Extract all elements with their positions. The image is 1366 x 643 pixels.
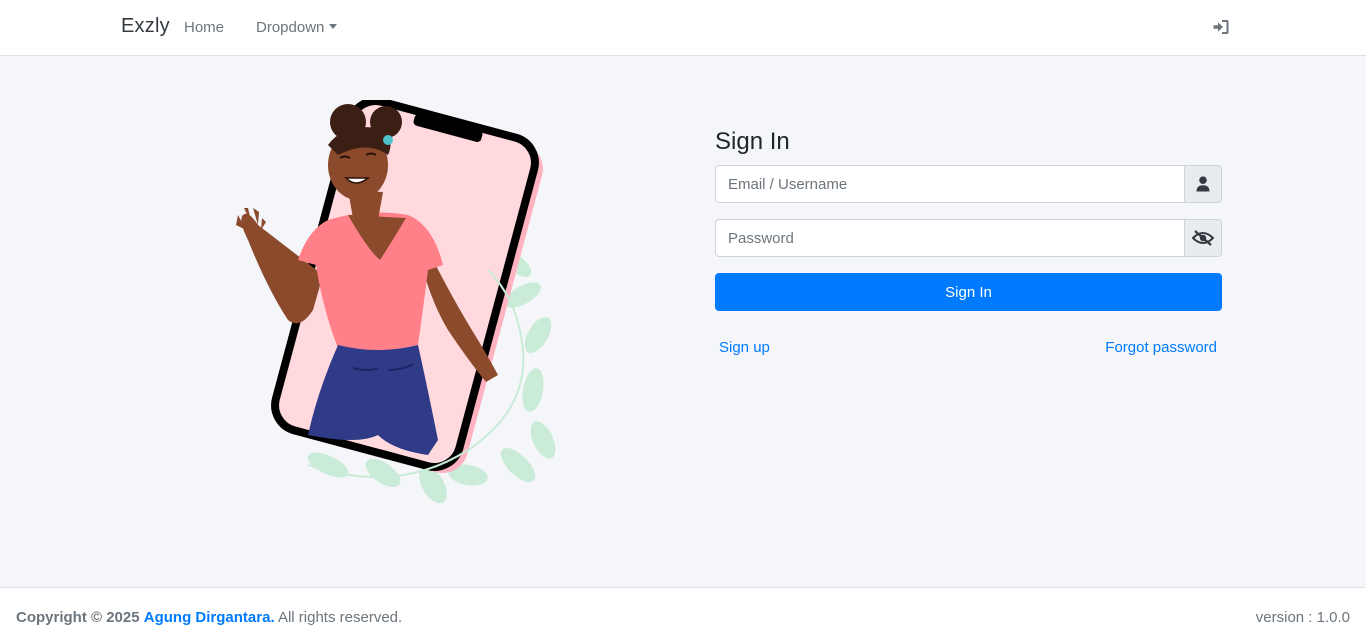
- signin-form: Sign In Sign In Sign up Forgot password: [715, 126, 1222, 356]
- signup-link[interactable]: Sign up: [719, 339, 770, 356]
- email-addon: [1184, 165, 1222, 203]
- copyright-text: Copyright © 2025 Agung Dirgantara. All r…: [16, 609, 402, 626]
- nav-dropdown-label: Dropdown: [256, 19, 325, 36]
- version-text: version : 1.0.0: [1255, 609, 1350, 626]
- password-input[interactable]: [715, 219, 1184, 257]
- eye-slash-icon: [1192, 230, 1214, 246]
- brand-logo[interactable]: Exzly: [121, 15, 170, 38]
- woman-phone-illustration: [236, 100, 556, 504]
- user-icon: [1196, 176, 1210, 192]
- email-input-group: [715, 165, 1222, 203]
- footer: Copyright © 2025 Agung Dirgantara. All r…: [0, 587, 1366, 643]
- signin-button[interactable]: Sign In: [715, 273, 1222, 311]
- author-link[interactable]: Agung Dirgantara.: [144, 609, 275, 626]
- navbar: Exzly Home Dropdown: [0, 0, 1366, 56]
- forgot-password-link[interactable]: Forgot password: [1105, 339, 1217, 356]
- email-input[interactable]: [715, 165, 1184, 203]
- rights-text: All rights reserved.: [277, 609, 403, 626]
- caret-down-icon: [329, 24, 338, 29]
- sign-in-icon[interactable]: [1212, 18, 1230, 36]
- copyright-prefix: Copyright © 2025: [16, 609, 140, 626]
- nav-home-link[interactable]: Home: [184, 19, 224, 36]
- password-input-group: [715, 219, 1222, 257]
- signin-title: Sign In: [715, 128, 790, 155]
- toggle-password-button[interactable]: [1184, 219, 1222, 257]
- nav-dropdown-toggle[interactable]: Dropdown: [256, 19, 338, 36]
